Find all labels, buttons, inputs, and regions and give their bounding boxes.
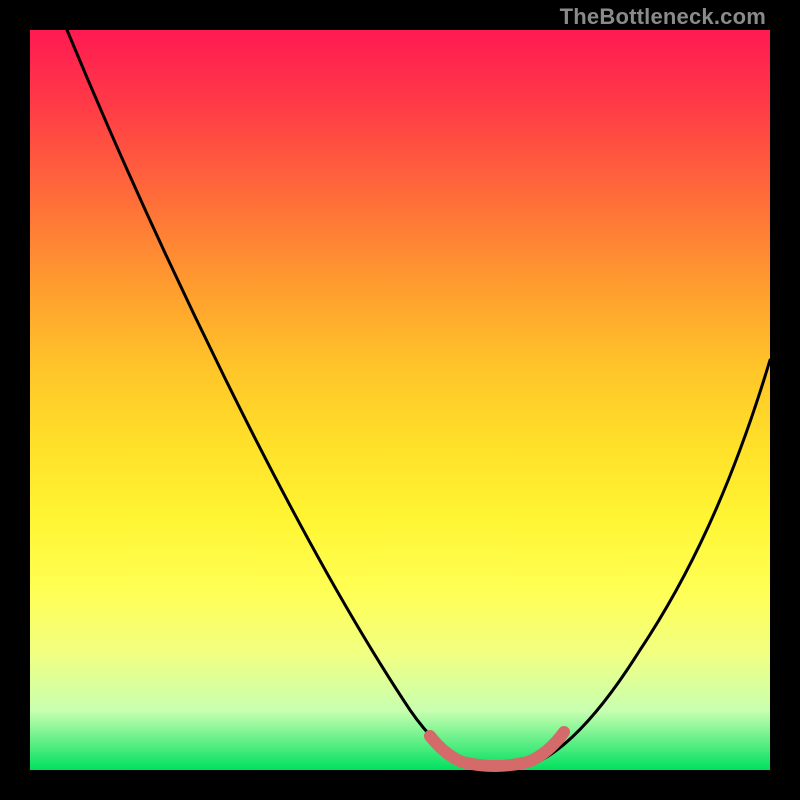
bottleneck-curve-path (67, 30, 770, 770)
plot-frame (30, 30, 770, 770)
optimal-band-left-path (430, 736, 462, 762)
curve-layer (30, 30, 770, 770)
optimal-band-mid-path (462, 762, 528, 766)
optimal-band-right-path (528, 732, 564, 762)
watermark-text: TheBottleneck.com (560, 4, 766, 30)
